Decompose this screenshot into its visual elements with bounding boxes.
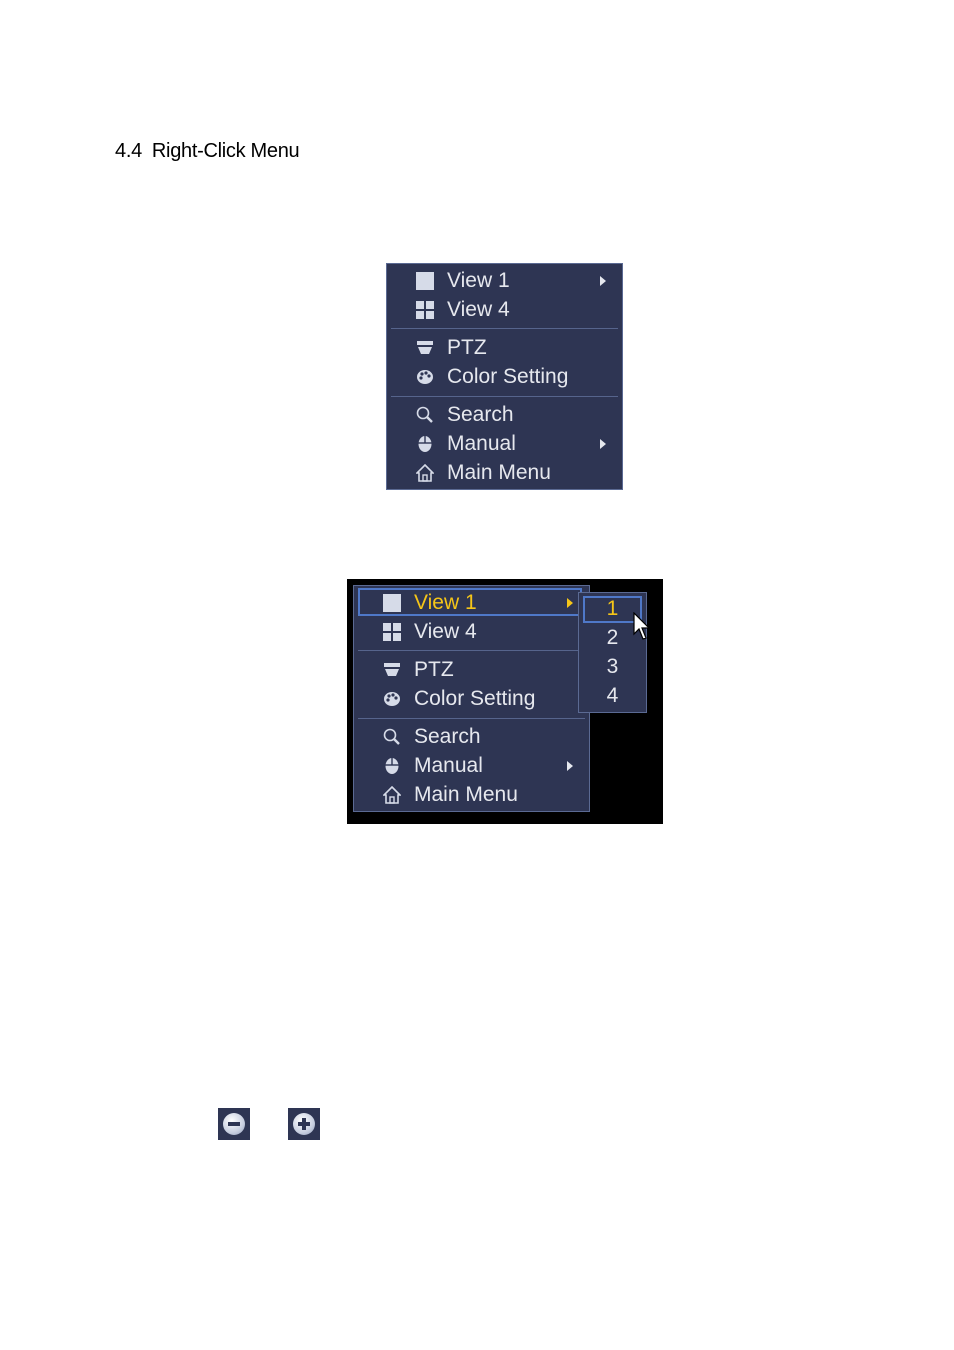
- menu-item-label: View 4: [414, 619, 477, 643]
- zoom-in-button[interactable]: [288, 1108, 320, 1140]
- menu-item-manual[interactable]: Manual: [354, 751, 589, 780]
- quad-view-icon: [382, 622, 402, 642]
- single-view-icon: [415, 271, 435, 291]
- menu-item-color-setting[interactable]: Color Setting: [354, 684, 589, 713]
- menu-item-label: Manual: [447, 431, 516, 455]
- menu-item-view4[interactable]: View 4: [354, 617, 589, 646]
- submenu-arrow-icon: [600, 438, 606, 449]
- search-icon: [382, 727, 402, 747]
- palette-icon: [415, 367, 435, 387]
- mouse-icon: [415, 434, 435, 454]
- menu-divider: [358, 718, 585, 719]
- menu-item-ptz[interactable]: PTZ: [354, 655, 589, 684]
- mouse-cursor-icon: [633, 612, 651, 640]
- menu-item-label: Main Menu: [447, 460, 551, 484]
- dome-camera-icon: [382, 660, 402, 680]
- menu-item-label: PTZ: [447, 335, 487, 359]
- menu-item-label: Search: [414, 724, 481, 748]
- screen-capture: View 1 View 4 PTZ Color Setting Search M…: [347, 579, 663, 824]
- view1-submenu: 1 2 3 4: [578, 592, 647, 713]
- mouse-icon: [382, 756, 402, 776]
- right-click-menu: View 1 View 4 PTZ Color Setting Search M…: [386, 263, 623, 490]
- search-icon: [415, 405, 435, 425]
- submenu-arrow-icon: [567, 597, 573, 608]
- zoom-out-button[interactable]: [218, 1108, 250, 1140]
- menu-item-label: Search: [447, 402, 514, 426]
- quad-view-icon: [415, 300, 435, 320]
- menu-item-view1[interactable]: View 1: [387, 266, 622, 295]
- plus-circle-icon: [293, 1113, 315, 1135]
- menu-item-search[interactable]: Search: [387, 400, 622, 429]
- menu-item-label: PTZ: [414, 657, 454, 681]
- menu-item-manual[interactable]: Manual: [387, 429, 622, 458]
- menu-item-view4[interactable]: View 4: [387, 295, 622, 324]
- section-title: Right-Click Menu: [151, 140, 300, 162]
- menu-divider: [358, 650, 585, 651]
- minus-circle-icon: [223, 1113, 245, 1135]
- menu-item-color-setting[interactable]: Color Setting: [387, 362, 622, 391]
- submenu-arrow-icon: [600, 275, 606, 286]
- menu-item-label: Color Setting: [414, 686, 536, 710]
- menu-divider: [391, 328, 618, 329]
- dome-camera-icon: [415, 338, 435, 358]
- home-icon: [415, 463, 435, 483]
- menu-item-ptz[interactable]: PTZ: [387, 333, 622, 362]
- submenu-arrow-icon: [567, 760, 573, 771]
- menu-item-label: Manual: [414, 753, 483, 777]
- home-icon: [382, 785, 402, 805]
- menu-item-view1[interactable]: View 1: [354, 588, 589, 617]
- single-view-icon: [382, 593, 402, 613]
- menu-item-main-menu[interactable]: Main Menu: [354, 780, 589, 809]
- menu-item-label: View 1: [414, 590, 477, 614]
- menu-item-label: Main Menu: [414, 782, 518, 806]
- menu-item-main-menu[interactable]: Main Menu: [387, 458, 622, 487]
- submenu-item-3[interactable]: 3: [579, 652, 646, 681]
- palette-icon: [382, 689, 402, 709]
- menu-item-search[interactable]: Search: [354, 722, 589, 751]
- menu-item-label: View 4: [447, 297, 510, 321]
- submenu-item-4[interactable]: 4: [579, 681, 646, 710]
- menu-item-label: View 1: [447, 268, 510, 292]
- menu-divider: [391, 396, 618, 397]
- section-heading: 4.4 Right-Click Menu: [115, 140, 300, 163]
- right-click-menu-expanded: View 1 View 4 PTZ Color Setting Search M…: [353, 585, 590, 812]
- menu-item-label: Color Setting: [447, 364, 569, 388]
- section-number: 4.4: [115, 140, 142, 162]
